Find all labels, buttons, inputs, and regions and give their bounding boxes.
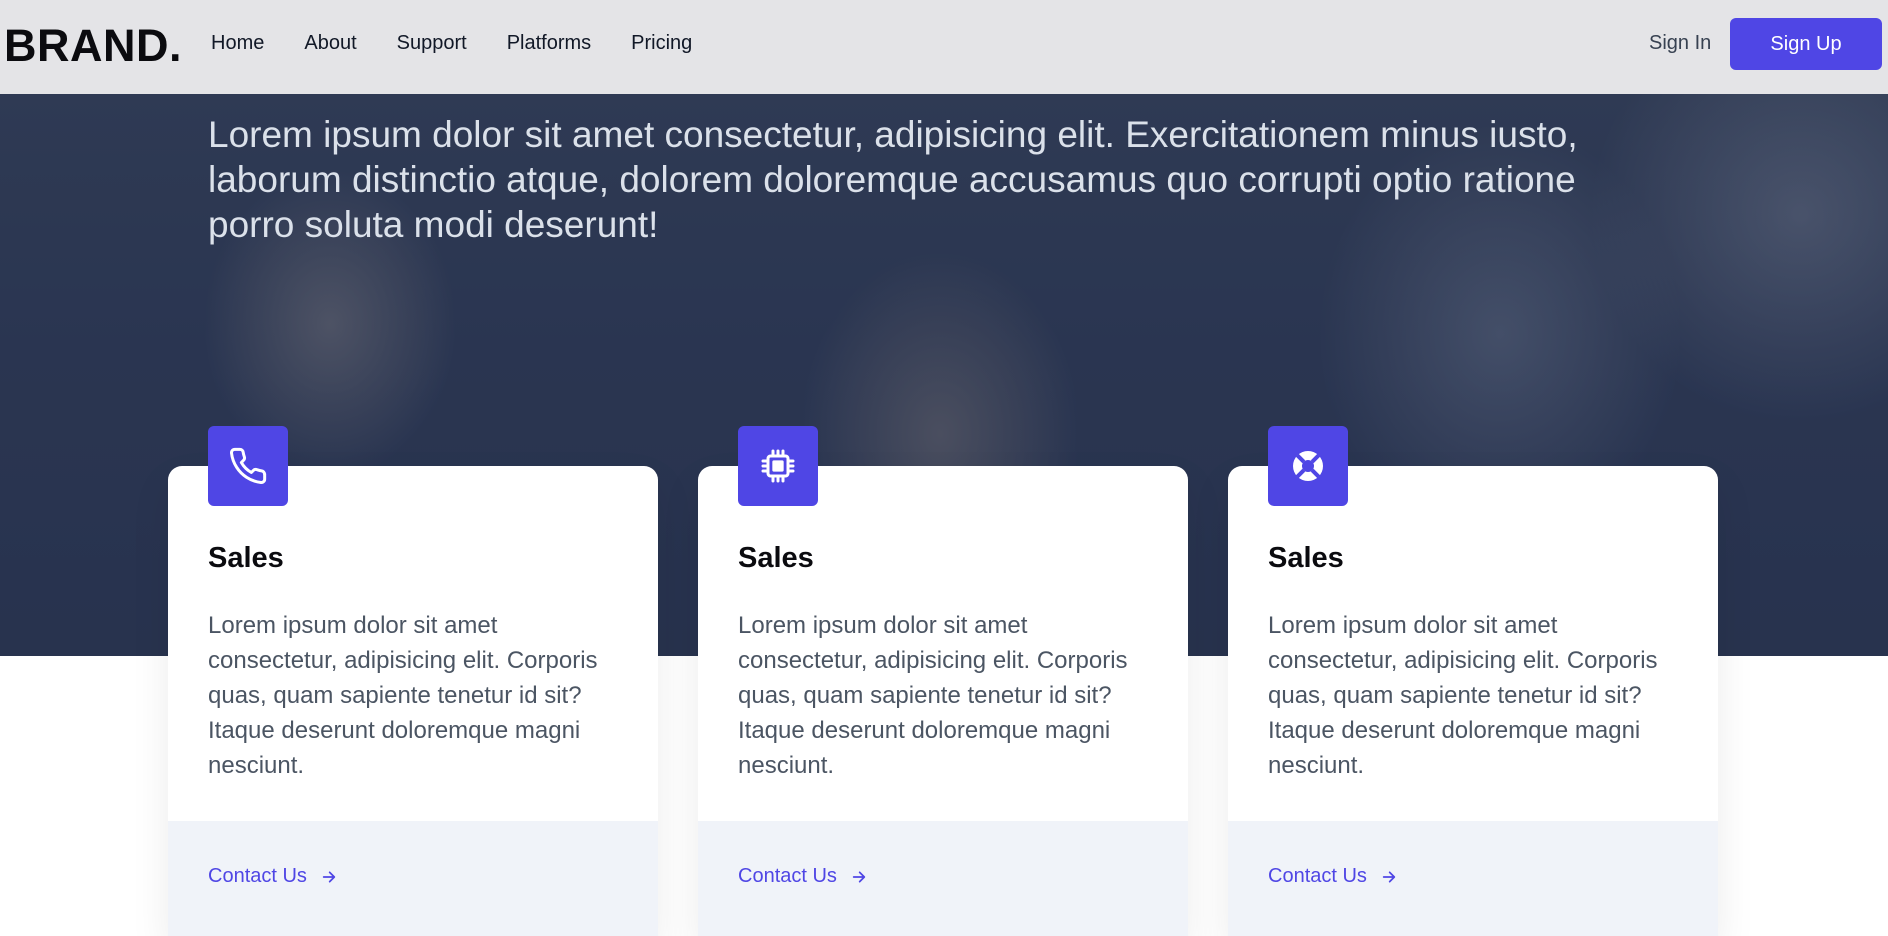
card-title: Sales bbox=[208, 542, 284, 574]
top-navbar: BRAND. Home About Support Platforms Pric… bbox=[0, 0, 1888, 94]
cpu-chip-icon bbox=[738, 426, 818, 506]
support-card-sales-3: Sales Lorem ipsum dolor sit amet consect… bbox=[1228, 426, 1718, 936]
arrow-right-icon bbox=[1381, 869, 1397, 885]
card-title: Sales bbox=[738, 542, 814, 574]
nav-link-platforms[interactable]: Platforms bbox=[507, 32, 591, 55]
brand-logo[interactable]: BRAND. bbox=[4, 20, 182, 72]
card-description: Lorem ipsum dolor sit amet consectetur, … bbox=[1268, 612, 1658, 779]
contact-us-label: Contact Us bbox=[208, 865, 307, 887]
nav-link-about[interactable]: About bbox=[304, 32, 356, 55]
contact-us-label: Contact Us bbox=[738, 865, 837, 887]
nav-link-pricing[interactable]: Pricing bbox=[631, 32, 692, 55]
card-footer: Contact Us bbox=[1228, 821, 1718, 936]
sign-in-link[interactable]: Sign In bbox=[1649, 32, 1711, 55]
card-title: Sales bbox=[1268, 542, 1344, 574]
phone-icon bbox=[208, 426, 288, 506]
hero-description: Lorem ipsum dolor sit amet consectetur, … bbox=[208, 114, 1578, 245]
contact-us-label: Contact Us bbox=[1268, 865, 1367, 887]
card-description: Lorem ipsum dolor sit amet consectetur, … bbox=[208, 612, 598, 779]
nav-link-home[interactable]: Home bbox=[211, 32, 264, 55]
card-footer: Contact Us bbox=[168, 821, 658, 936]
contact-us-link[interactable]: Contact Us bbox=[738, 865, 867, 888]
nav-link-support[interactable]: Support bbox=[397, 32, 467, 55]
contact-us-link[interactable]: Contact Us bbox=[1268, 865, 1397, 888]
arrow-right-icon bbox=[851, 869, 867, 885]
main-nav: Home About Support Platforms Pricing bbox=[211, 32, 732, 55]
card-footer: Contact Us bbox=[698, 821, 1188, 936]
card-description: Lorem ipsum dolor sit amet consectetur, … bbox=[738, 612, 1128, 779]
support-card-sales-1: Sales Lorem ipsum dolor sit amet consect… bbox=[168, 426, 658, 936]
sign-up-button[interactable]: Sign Up bbox=[1730, 18, 1882, 70]
support-card-sales-2: Sales Lorem ipsum dolor sit amet consect… bbox=[698, 426, 1188, 936]
contact-us-link[interactable]: Contact Us bbox=[208, 865, 337, 888]
arrow-right-icon bbox=[321, 869, 337, 885]
lifebuoy-icon bbox=[1268, 426, 1348, 506]
